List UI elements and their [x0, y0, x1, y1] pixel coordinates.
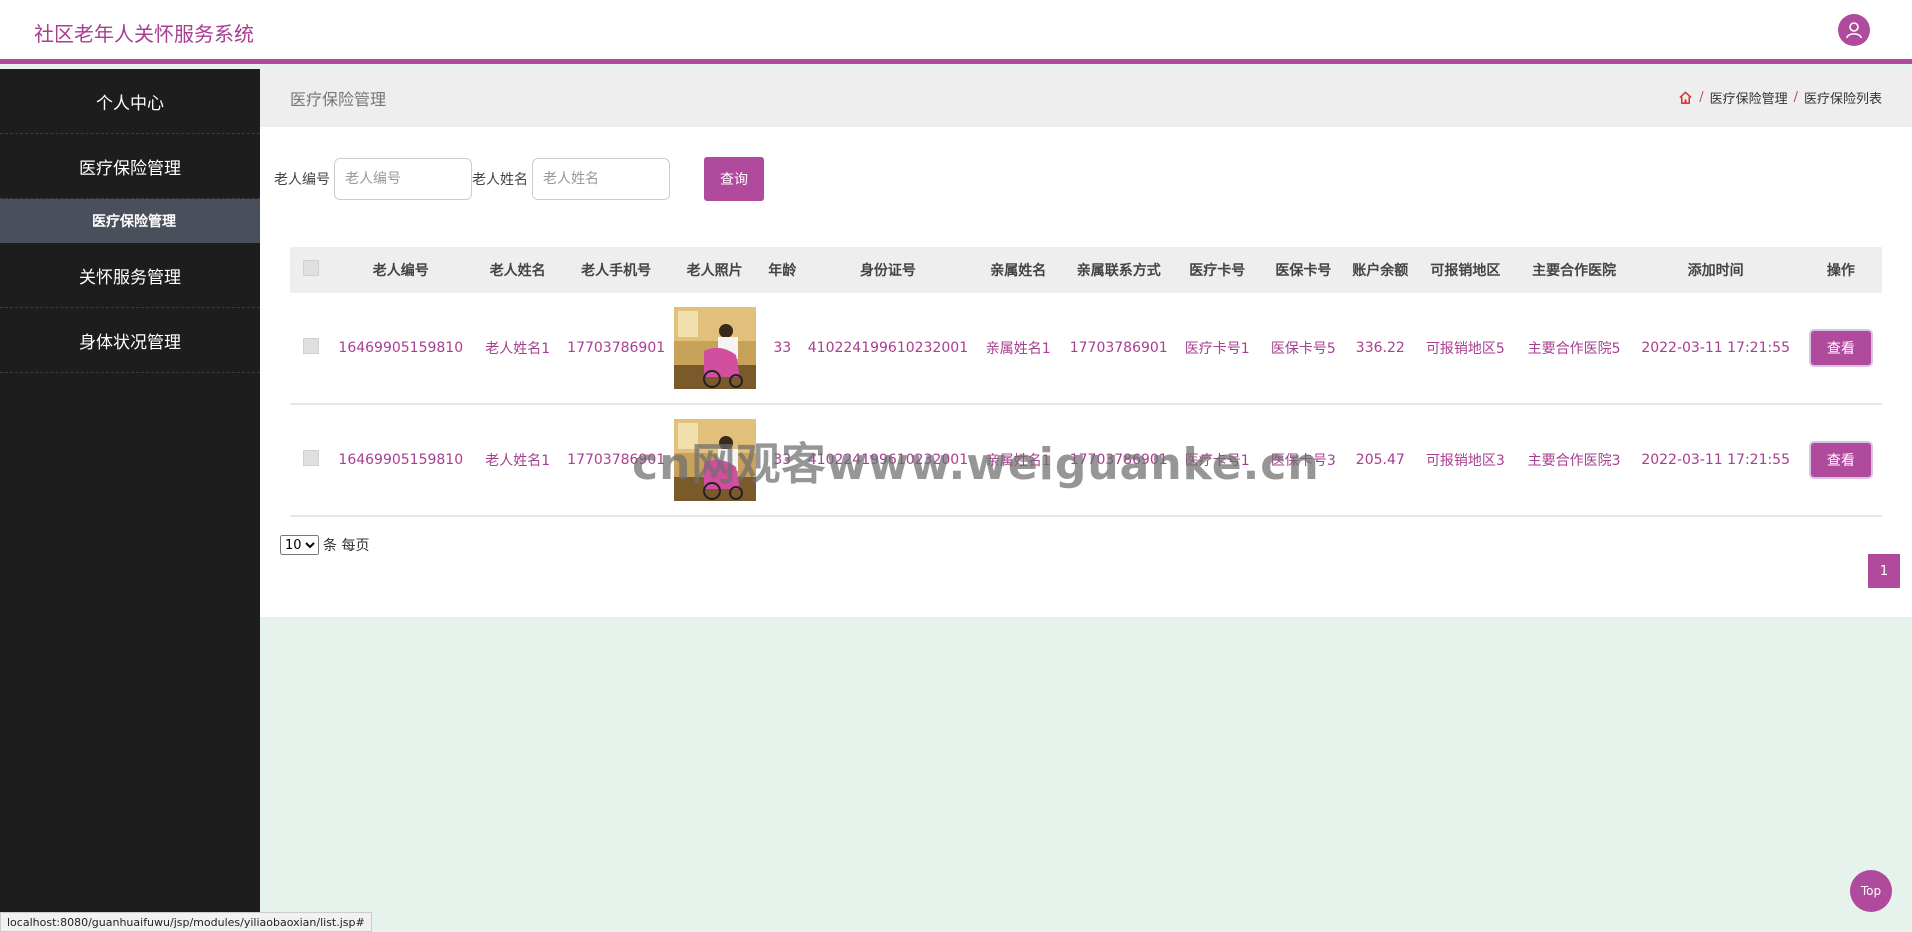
- browser-status-bar: localhost:8080/guanhuaifuwu/jsp/modules/…: [0, 912, 372, 932]
- select-all-checkbox[interactable]: [302, 260, 319, 276]
- cell-action: 查看: [1799, 404, 1882, 517]
- elder-name-input[interactable]: [532, 158, 670, 200]
- row-select-cell: [290, 404, 332, 517]
- cell-relative-name: 亲属姓名1: [973, 293, 1064, 405]
- cell-elder-phone: 17703786901: [564, 293, 668, 405]
- column-header: 操作: [1799, 247, 1882, 293]
- row-select-cell: [290, 293, 332, 405]
- cell-relative-name: 亲属姓名1: [973, 404, 1064, 517]
- column-header: 可报销地区: [1414, 247, 1517, 293]
- cell-insurance-card: 医保卡号5: [1260, 293, 1347, 405]
- breadcrumb-item: 医疗保险列表: [1803, 92, 1882, 107]
- sidebar-item-care-service[interactable]: 关怀服务管理: [0, 243, 260, 308]
- app-title: 社区老年人关怀服务系统: [34, 22, 254, 46]
- cell-hospital: 主要合作医院3: [1516, 404, 1632, 517]
- cell-relative-phone: 17703786901: [1063, 404, 1175, 517]
- breadcrumb-separator: /: [1793, 90, 1798, 105]
- column-header: 老人照片: [667, 247, 762, 293]
- view-button[interactable]: 查看: [1810, 443, 1871, 477]
- cell-added-time: 2022-03-11 17:21:55: [1631, 404, 1800, 517]
- column-header: 医保卡号: [1260, 247, 1347, 293]
- search-bar: 老人编号 老人姓名 查询: [274, 156, 764, 202]
- user-avatar[interactable]: [1838, 14, 1870, 46]
- top-bar: 社区老年人关怀服务系统: [0, 0, 1912, 64]
- cell-balance: 336.22: [1346, 293, 1415, 405]
- pagination-page-1[interactable]: 1: [1868, 554, 1900, 588]
- cell-relative-phone: 17703786901: [1063, 293, 1175, 405]
- elder-code-label: 老人编号: [274, 172, 330, 188]
- search-button[interactable]: 查询: [704, 157, 764, 201]
- user-icon: [1846, 22, 1862, 39]
- cell-id-card: 410224199610232001: [802, 293, 974, 405]
- cell-medical-card: 医疗卡号1: [1174, 404, 1261, 517]
- sidebar-item-personal-center[interactable]: 个人中心: [0, 69, 260, 134]
- home-icon[interactable]: [1678, 90, 1693, 105]
- column-header: 医疗卡号: [1174, 247, 1261, 293]
- column-header: 年龄: [761, 247, 803, 293]
- cell-elder-phone: 17703786901: [564, 404, 668, 517]
- back-to-top-button[interactable]: Top: [1850, 870, 1892, 912]
- column-header: 亲属联系方式: [1063, 247, 1175, 293]
- cell-action: 查看: [1799, 293, 1882, 405]
- column-header: 亲属姓名: [973, 247, 1064, 293]
- cell-region: 可报销地区5: [1414, 293, 1517, 405]
- page-size-select[interactable]: 10: [280, 535, 319, 555]
- cell-region: 可报销地区3: [1414, 404, 1517, 517]
- view-button[interactable]: 查看: [1810, 331, 1871, 365]
- cell-age: 33: [761, 404, 803, 517]
- select-all-cell: [290, 247, 332, 293]
- column-header: 账户余额: [1346, 247, 1415, 293]
- cell-age: 33: [761, 293, 803, 405]
- column-header: 主要合作医院: [1516, 247, 1632, 293]
- table-row: 16469905159810 老人姓名1 17703786901 33 4102…: [290, 293, 1882, 405]
- cell-elder-name: 老人姓名1: [470, 293, 565, 405]
- cell-balance: 205.47: [1346, 404, 1415, 517]
- column-header: 身份证号: [802, 247, 974, 293]
- sidebar-item-health-status[interactable]: 身体状况管理: [0, 308, 260, 373]
- cell-elder-photo: [667, 404, 762, 517]
- elder-photo: [673, 307, 756, 389]
- column-header: 添加时间: [1631, 247, 1800, 293]
- column-header: 老人编号: [331, 247, 471, 293]
- cell-elder-name: 老人姓名1: [470, 404, 565, 517]
- breadcrumb-item[interactable]: 医疗保险管理: [1710, 88, 1788, 107]
- column-header: 老人手机号: [564, 247, 668, 293]
- sidebar-item-medical-insurance[interactable]: 医疗保险管理: [0, 134, 260, 199]
- cell-hospital: 主要合作医院5: [1516, 293, 1632, 405]
- row-checkbox[interactable]: [302, 450, 319, 466]
- main-panel: 医疗保险管理 / 医疗保险管理 / 医疗保险列表 老人编号 老人姓名 查询: [260, 69, 1912, 617]
- elder-name-label: 老人姓名: [472, 172, 528, 188]
- table-row: 16469905159810 老人姓名1 17703786901 33 4102…: [290, 404, 1882, 517]
- page-size-label: 条 每页: [323, 538, 370, 554]
- cell-elder-photo: [667, 293, 762, 405]
- title-bar: 医疗保险管理 / 医疗保险管理 / 医疗保险列表: [260, 69, 1912, 127]
- row-checkbox[interactable]: [302, 338, 319, 354]
- sidebar: 个人中心 医疗保险管理 医疗保险管理 关怀服务管理 身体状况管理: [0, 69, 260, 932]
- elder-photo: [673, 419, 756, 501]
- table-header-row: 老人编号 老人姓名 老人手机号 老人照片 年龄 身份证号 亲属姓名 亲属联系方式…: [290, 247, 1882, 293]
- column-header: 老人姓名: [470, 247, 565, 293]
- page-size-control: 10 条 每页: [280, 535, 369, 555]
- cell-id-card: 410224199610232001: [802, 404, 974, 517]
- elder-code-input[interactable]: [334, 158, 472, 200]
- cell-insurance-card: 医保卡号3: [1260, 404, 1347, 517]
- cell-elder-code: 16469905159810: [331, 293, 471, 405]
- cell-elder-code: 16469905159810: [331, 404, 471, 517]
- breadcrumb: / 医疗保险管理 / 医疗保险列表: [1678, 88, 1882, 107]
- cell-added-time: 2022-03-11 17:21:55: [1631, 293, 1800, 405]
- cell-medical-card: 医疗卡号1: [1174, 293, 1261, 405]
- breadcrumb-separator: /: [1699, 90, 1704, 105]
- sidebar-subitem-medical-insurance[interactable]: 医疗保险管理: [0, 199, 260, 243]
- insurance-table: 老人编号 老人姓名 老人手机号 老人照片 年龄 身份证号 亲属姓名 亲属联系方式…: [290, 247, 1882, 517]
- page-title: 医疗保险管理: [290, 90, 387, 109]
